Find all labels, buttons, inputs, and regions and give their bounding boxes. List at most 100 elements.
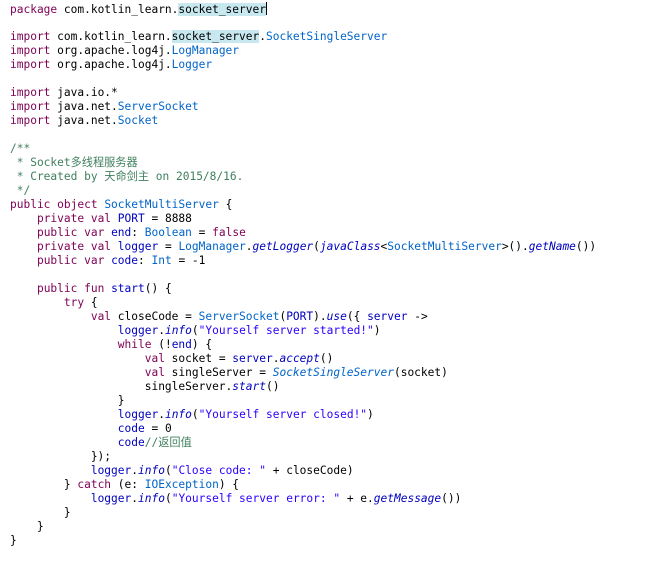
code-token: end <box>171 338 192 351</box>
code-token: { <box>84 296 98 309</box>
code-token: public fun <box>36 282 105 295</box>
code-token: } <box>10 534 17 547</box>
code-line[interactable]: val closeCode = ServerSocket(PORT).use({… <box>10 310 596 324</box>
code-editor[interactable]: package com.kotlin_learn.socket_server i… <box>0 0 650 576</box>
code-token: socket = <box>164 352 233 365</box>
code-token: LogManager <box>178 240 246 253</box>
code-token: import <box>10 44 51 57</box>
code-line[interactable]: public var code: Int = -1 <box>10 254 596 268</box>
code-token: socket_server <box>178 3 266 16</box>
code-token: . <box>131 492 138 505</box>
code-token: code <box>117 436 145 449</box>
code-line[interactable]: val singleServer = SocketSingleServer(so… <box>10 366 596 380</box>
code-token: Boolean <box>144 226 192 239</box>
code-token: . <box>259 30 266 43</box>
code-line[interactable]: import org.apache.log4j.LogManager <box>10 44 596 58</box>
code-line[interactable]: } <box>10 520 596 534</box>
code-token: java.net. <box>50 100 118 113</box>
code-token: ) <box>373 324 381 337</box>
code-line[interactable]: import java.net.ServerSocket <box>10 100 596 114</box>
code-line[interactable]: public var end: Boolean = false <box>10 226 596 240</box>
code-token: "Yourself server started!" <box>198 324 374 337</box>
code-token: ( <box>164 464 172 477</box>
code-token: . <box>158 408 165 421</box>
code-token: ServerSocket <box>117 100 199 113</box>
code-token: ( <box>164 492 172 505</box>
code-line[interactable]: /** <box>10 142 596 156</box>
code-line[interactable]: logger.info("Yourself server error: " + … <box>10 492 596 506</box>
code-token: logger <box>90 492 132 505</box>
code-line[interactable]: * Socket多线程服务器 <box>10 156 596 170</box>
code-line[interactable]: public fun start() { <box>10 282 596 296</box>
code-line[interactable]: import java.io.* <box>10 86 596 100</box>
code-token: org.apache.log4j. <box>50 58 172 71</box>
code-token: "Yourself server error: " <box>171 492 341 505</box>
code-line[interactable]: private val PORT = 8888 <box>10 212 596 226</box>
code-line[interactable]: import java.net.Socket <box>10 114 596 128</box>
code-line[interactable]: logger.info("Yourself server started!") <box>10 324 596 338</box>
code-line[interactable]: import org.apache.log4j.Logger <box>10 58 596 72</box>
code-token: while <box>117 338 152 351</box>
code-token: false <box>212 226 246 239</box>
code-token: SocketMultiServer <box>387 240 502 253</box>
code-line[interactable]: } catch (e: IOException) { <box>10 478 596 492</box>
code-token: (e: <box>111 478 145 491</box>
code-line[interactable]: } <box>10 506 596 520</box>
code-token: //返回值 <box>144 436 192 449</box>
code-token: "Close code: " <box>171 464 266 477</box>
code-token: LogManager <box>171 44 240 57</box>
code-line[interactable]: */ <box>10 184 596 198</box>
code-line[interactable]: val socket = server.accept() <box>10 352 596 366</box>
code-line[interactable]: } <box>10 534 596 548</box>
code-line[interactable]: import com.kotlin_learn.socket_server.So… <box>10 30 596 44</box>
code-line[interactable] <box>10 72 596 86</box>
code-token: >(). <box>501 240 529 253</box>
code-line[interactable]: logger.info("Close code: " + closeCode) <box>10 464 596 478</box>
code-line[interactable]: * Created by 天命剑主 on 2015/8/16. <box>10 170 596 184</box>
code-token: info <box>138 492 165 505</box>
code-token: package <box>10 3 58 16</box>
code-token: }); <box>10 450 112 463</box>
code-line[interactable]: } <box>10 394 596 408</box>
code-token: com.kotlin_learn. <box>50 30 172 43</box>
code-line[interactable]: try { <box>10 296 596 310</box>
code-line[interactable]: while (!end) { <box>10 338 596 352</box>
code-token: SocketSingleServer <box>272 366 394 379</box>
code-token: ServerSocket <box>198 310 280 323</box>
code-token: (! <box>151 338 172 351</box>
code-token: (socket) <box>393 366 448 379</box>
code-line[interactable]: package com.kotlin_learn.socket_server <box>10 2 596 16</box>
code-token: import <box>10 58 51 71</box>
code-token: info <box>164 408 192 421</box>
code-text-area[interactable]: package com.kotlin_learn.socket_server i… <box>10 2 596 548</box>
code-line[interactable] <box>10 16 596 30</box>
code-token: javaClass <box>319 240 381 253</box>
code-line[interactable]: logger.info("Yourself server closed!") <box>10 408 596 422</box>
code-line[interactable]: private val logger = LogManager.getLogge… <box>10 240 596 254</box>
code-line[interactable]: }); <box>10 450 596 464</box>
code-line[interactable]: public object SocketMultiServer { <box>10 198 596 212</box>
code-token: closeCode = <box>111 310 199 323</box>
code-token: = -1 <box>171 254 206 267</box>
code-line[interactable]: singleServer.start() <box>10 380 596 394</box>
code-token: } <box>10 478 78 491</box>
code-token: org.apache.log4j. <box>50 44 172 57</box>
code-line[interactable] <box>10 128 596 142</box>
code-token: -> <box>407 310 428 323</box>
code-token: try <box>63 296 85 309</box>
code-token: . <box>245 240 253 253</box>
code-line[interactable]: code//返回值 <box>10 436 596 450</box>
code-token: use <box>326 310 347 323</box>
code-token: logger <box>117 240 159 253</box>
code-line[interactable]: code = 0 <box>10 422 596 436</box>
code-token: singleServer = <box>164 366 273 379</box>
code-token: = <box>191 226 213 239</box>
code-line[interactable] <box>10 268 596 282</box>
code-token: public var <box>36 226 105 239</box>
